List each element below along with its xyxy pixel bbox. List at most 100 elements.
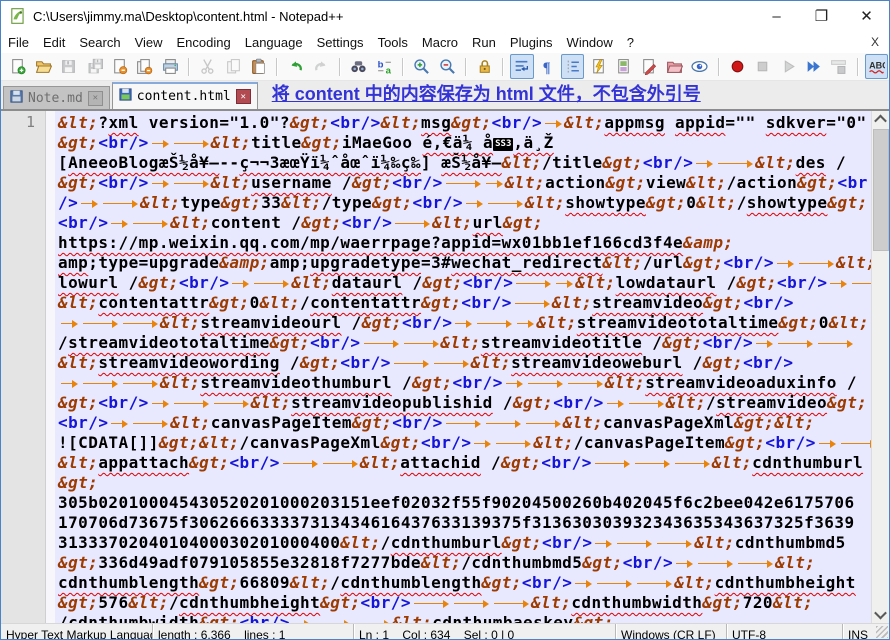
- close-all-icon[interactable]: [133, 54, 156, 79]
- menu-item-tools[interactable]: Tools: [371, 33, 415, 52]
- code-segment: &lt;: [391, 613, 433, 623]
- tab-arrow-icon: [796, 253, 836, 271]
- document-map-icon[interactable]: [612, 54, 635, 79]
- document-edit-icon[interactable]: [637, 54, 660, 79]
- code-segment: /: [682, 353, 703, 372]
- scroll-up-button[interactable]: [872, 111, 889, 128]
- code-segment: &gt;: [502, 213, 544, 232]
- tab-arrow-icon: [483, 413, 523, 431]
- close-file-icon[interactable]: [108, 54, 131, 79]
- menu-item-search[interactable]: Search: [72, 33, 127, 52]
- menu-item-file[interactable]: File: [1, 33, 36, 52]
- code-segment: &gt;: [734, 413, 775, 432]
- code-segment: &lt;: [774, 413, 815, 432]
- code-segment: /: [330, 573, 341, 592]
- paste-icon[interactable]: [247, 54, 270, 79]
- code-segment: &lt;: [440, 333, 481, 352]
- maximize-button[interactable]: ❐: [799, 1, 844, 31]
- menu-item-window[interactable]: Window: [560, 33, 620, 52]
- spell-check-icon[interactable]: ABC: [864, 54, 889, 79]
- macro-record-icon[interactable]: [726, 54, 749, 79]
- code-segment: streamvideothumburl: [200, 373, 392, 392]
- tab-arrow-icon: [80, 373, 120, 391]
- code-segment: url: [472, 213, 503, 232]
- menu-item-view[interactable]: View: [128, 33, 170, 52]
- tab-close-icon[interactable]: ✕: [87, 90, 103, 106]
- sync-lock-icon[interactable]: [473, 54, 496, 79]
- code-segment: é‚€ä¼ å: [422, 133, 494, 152]
- undo-icon[interactable]: [284, 54, 307, 79]
- menu-item-help[interactable]: ?: [620, 33, 641, 52]
- code-segment: &gt;: [58, 133, 99, 152]
- menu-item-language[interactable]: Language: [238, 33, 310, 52]
- menu-item-plugins[interactable]: Plugins: [503, 33, 560, 52]
- code-segment: cdnthumbmd5: [734, 533, 846, 552]
- editor-area[interactable]: 1 &lt;?xml version="1.0"?&gt;<br/>&lt;ms…: [1, 111, 889, 623]
- editor-text-row: &gt;<br/> &lt;streamvideopublishid /&gt;<…: [58, 393, 871, 413]
- code-segment: &lt;: [432, 213, 473, 232]
- word-wrap-icon[interactable]: [510, 54, 534, 79]
- code-segment: &gt;: [778, 313, 819, 332]
- scroll-down-button[interactable]: [872, 606, 889, 623]
- print-icon[interactable]: [159, 54, 182, 79]
- tab-arrow-icon: [411, 593, 451, 611]
- document-close-x[interactable]: X: [861, 35, 889, 49]
- code-segment: lowdataurl: [615, 273, 717, 292]
- code-segment: 305b020100045430520201000203151eef02032f…: [58, 493, 855, 512]
- open-file-icon[interactable]: [31, 54, 54, 79]
- code-segment: cdnthumblength: [340, 573, 482, 592]
- code-segment: /: [391, 373, 413, 392]
- menu-item-settings[interactable]: Settings: [310, 33, 371, 52]
- code-segment: content /: [210, 213, 302, 232]
- zoom-out-icon[interactable]: [435, 54, 458, 79]
- code-segment: &lt;: [250, 393, 292, 412]
- file-monitoring-icon[interactable]: [688, 54, 711, 79]
- code-segment: <br/>: [239, 613, 290, 623]
- resize-grip[interactable]: [876, 626, 888, 638]
- code-segment: &lt;: [160, 313, 201, 332]
- menu-item-encoding[interactable]: Encoding: [170, 33, 238, 52]
- saved-file-icon: [10, 89, 23, 107]
- code-segment: <br/>: [179, 273, 230, 292]
- text-area[interactable]: &lt;?xml version="1.0"?&gt;<br/>&lt;msg&…: [55, 111, 871, 623]
- close-button[interactable]: ✕: [844, 1, 889, 31]
- code-segment: &lt;: [160, 373, 201, 392]
- folder-workspace-icon[interactable]: [663, 54, 686, 79]
- replace-icon[interactable]: ba: [373, 54, 396, 79]
- tab-arrow-icon: [211, 393, 251, 411]
- code-segment: amp: [58, 253, 89, 272]
- code-segment: &lt;: [755, 153, 796, 172]
- code-segment: cdnthumbheight: [179, 593, 321, 612]
- code-segment: &lt;: [504, 173, 546, 192]
- code-segment: <br/>: [98, 393, 149, 412]
- vertical-scrollbar[interactable]: [871, 111, 889, 623]
- code-segment: &lt;: [835, 253, 871, 272]
- tab-arrow-icon: [523, 413, 563, 431]
- macro-run-multiple-icon[interactable]: [802, 54, 825, 79]
- tab-arrow-icon: [525, 373, 565, 391]
- menu-item-edit[interactable]: Edit: [36, 33, 72, 52]
- code-segment: canvasPageItem: [210, 413, 352, 432]
- show-all-characters-icon[interactable]: ¶: [536, 54, 559, 79]
- scrollbar-thumb[interactable]: [873, 129, 889, 251]
- user-language-icon[interactable]: [586, 54, 609, 79]
- app-icon: [9, 7, 27, 25]
- code-segment: &lt;: [289, 573, 331, 592]
- find-icon[interactable]: [347, 54, 370, 79]
- save-file-icon: [57, 54, 80, 79]
- code-segment: streamvideototaltime: [68, 333, 270, 352]
- tab-note-md[interactable]: Note.md ✕: [3, 86, 110, 109]
- menu-item-macro[interactable]: Macro: [415, 33, 465, 52]
- new-file-icon[interactable]: [6, 54, 29, 79]
- minimize-button[interactable]: –: [754, 1, 799, 31]
- tab-close-icon[interactable]: ✕: [235, 89, 251, 104]
- tab-arrow-icon: [485, 193, 525, 211]
- tab-content-html[interactable]: content.html ✕: [111, 82, 258, 109]
- editor-text-row: &lt;streamvideothumburl /&gt;<br/> &lt;st…: [58, 373, 871, 393]
- menu-item-run[interactable]: Run: [465, 33, 503, 52]
- code-segment: /: [642, 333, 663, 352]
- zoom-in-icon[interactable]: [410, 54, 433, 79]
- indent-guide-icon[interactable]: [560, 54, 585, 79]
- code-segment: <br/>: [98, 173, 149, 192]
- editor-text-row: cdnthumblength&gt;66809&lt;/cdnthumbleng…: [58, 573, 871, 593]
